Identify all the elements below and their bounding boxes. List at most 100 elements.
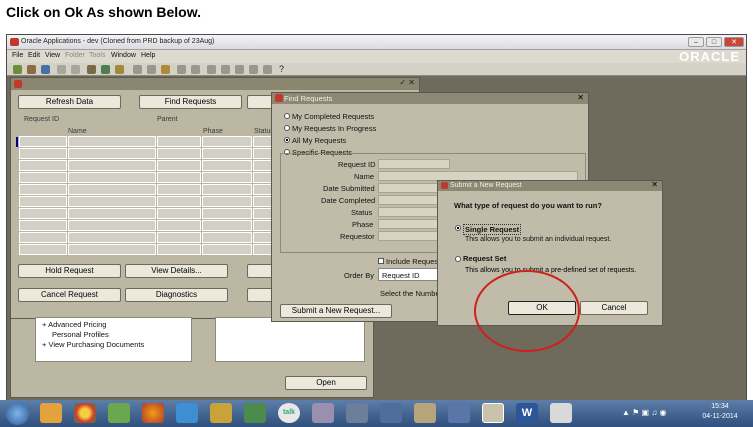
outlook-icon[interactable] — [40, 403, 62, 423]
talk-icon[interactable]: talk — [278, 403, 300, 423]
explorer-icon[interactable] — [210, 403, 232, 423]
grid-cell[interactable] — [157, 196, 201, 207]
menu-folder[interactable]: Folder — [65, 52, 85, 59]
requests-grid[interactable] — [19, 136, 274, 256]
grid-cell[interactable] — [157, 184, 201, 195]
record-icon[interactable] — [249, 65, 258, 74]
functions-tree[interactable]: + Advanced Pricing Personal Profiles + V… — [35, 317, 192, 362]
grid-cell[interactable] — [19, 208, 67, 219]
radio-completed[interactable] — [284, 113, 290, 119]
date-completed-field[interactable] — [378, 195, 438, 205]
grid-cell[interactable] — [202, 184, 252, 195]
firefox-icon[interactable] — [142, 403, 164, 423]
find-requests-button[interactable]: Find Requests — [139, 95, 242, 109]
copy-icon[interactable] — [147, 65, 156, 74]
grid-cell[interactable] — [157, 136, 201, 147]
maximize-button[interactable]: □ — [706, 37, 722, 47]
minimize-button[interactable]: – — [688, 37, 704, 47]
cancel-button[interactable]: Cancel — [580, 301, 648, 315]
print-icon[interactable] — [57, 65, 66, 74]
grid-cell[interactable] — [19, 220, 67, 231]
database-icon[interactable] — [346, 403, 368, 423]
grid-cell[interactable] — [19, 136, 67, 147]
grid-cell[interactable] — [68, 208, 156, 219]
order-by-select[interactable]: Request ID — [378, 268, 438, 281]
translation-icon[interactable] — [115, 65, 124, 74]
grid-cell[interactable] — [19, 160, 67, 171]
refresh-data-button[interactable]: Refresh Data — [18, 95, 121, 109]
phase-field[interactable] — [378, 219, 438, 229]
radio-in-progress[interactable] — [284, 125, 290, 131]
close-icon[interactable]: ✕ — [577, 93, 584, 102]
cancel-request-button[interactable]: Cancel Request — [18, 288, 121, 302]
menu-window[interactable]: Window — [111, 52, 136, 59]
grid-cell[interactable] — [202, 196, 252, 207]
admin-icon[interactable] — [448, 403, 470, 423]
open-icon[interactable] — [27, 65, 36, 74]
radio-request-set[interactable] — [455, 256, 461, 262]
status-field[interactable] — [378, 207, 438, 217]
close-button[interactable]: ✕ — [724, 37, 744, 47]
grid-cell[interactable] — [202, 136, 252, 147]
tray-icons[interactable]: ▲ ⚑ ▣ ♫ ◉ — [622, 408, 667, 417]
grid-cell[interactable] — [68, 160, 156, 171]
view-details-button[interactable]: View Details... — [125, 264, 228, 278]
remote-desktop-icon[interactable] — [380, 403, 402, 423]
oracle-forms-icon[interactable] — [482, 403, 504, 423]
menu-tools[interactable]: Tools — [89, 52, 105, 59]
documents-panel[interactable] — [215, 317, 365, 362]
radio-all-my-requests[interactable] — [284, 137, 290, 143]
request-id-field[interactable] — [378, 159, 450, 169]
grid-cell[interactable] — [19, 148, 67, 159]
grid-cell[interactable] — [19, 196, 67, 207]
grid-cell[interactable] — [157, 148, 201, 159]
hold-request-button[interactable]: Hold Request — [18, 264, 121, 278]
date-submitted-field[interactable] — [378, 183, 438, 193]
tree-item-view-purchasing[interactable]: + View Purchasing Documents — [42, 340, 144, 349]
grid-cell[interactable] — [19, 244, 67, 255]
grid-cell[interactable] — [202, 220, 252, 231]
clear-icon[interactable] — [177, 65, 186, 74]
grid-cell[interactable] — [68, 220, 156, 231]
tools-icon[interactable] — [312, 403, 334, 423]
grid-cell[interactable] — [157, 244, 201, 255]
grid-cell[interactable] — [19, 184, 67, 195]
save-icon[interactable] — [41, 65, 50, 74]
start-button[interactable] — [6, 402, 29, 425]
attachments-icon[interactable] — [221, 65, 230, 74]
grid-cell[interactable] — [157, 232, 201, 243]
grid-cell[interactable] — [202, 208, 252, 219]
folder-icon[interactable] — [87, 65, 96, 74]
word-icon[interactable]: W — [516, 403, 538, 423]
grid-cell[interactable] — [68, 136, 156, 147]
submit-new-request-button[interactable]: Submit a New Request... — [280, 304, 392, 318]
include-checkbox[interactable] — [378, 258, 384, 264]
grid-cell[interactable] — [157, 208, 201, 219]
grid-cell[interactable] — [157, 160, 201, 171]
window-controls-icon[interactable]: ✓ ✕ — [399, 78, 415, 87]
grid-cell[interactable] — [68, 196, 156, 207]
close-icon[interactable]: ✕ — [651, 180, 658, 189]
menu-help[interactable]: Help — [141, 52, 155, 59]
tree-item-personal-profiles[interactable]: Personal Profiles — [52, 330, 109, 339]
delete-icon[interactable] — [191, 65, 200, 74]
folder-tools-icon[interactable] — [235, 65, 244, 74]
internet-explorer-icon[interactable] — [176, 403, 198, 423]
grid-cell[interactable] — [68, 148, 156, 159]
grid-cell[interactable] — [68, 244, 156, 255]
find-icon[interactable] — [71, 65, 80, 74]
network-icon[interactable] — [244, 403, 266, 423]
teapot-icon[interactable] — [414, 403, 436, 423]
grid-cell[interactable] — [19, 172, 67, 183]
grid-cell[interactable] — [68, 184, 156, 195]
menu-file[interactable]: File — [12, 52, 23, 59]
grid-cell[interactable] — [19, 232, 67, 243]
open-button[interactable]: Open — [285, 376, 367, 390]
grid-cell[interactable] — [202, 160, 252, 171]
cut-icon[interactable] — [133, 65, 142, 74]
grid-cell[interactable] — [68, 232, 156, 243]
new-icon[interactable] — [13, 65, 22, 74]
radio-single-request[interactable] — [455, 225, 461, 231]
java-icon[interactable] — [550, 403, 572, 423]
pin-icon[interactable] — [263, 65, 272, 74]
